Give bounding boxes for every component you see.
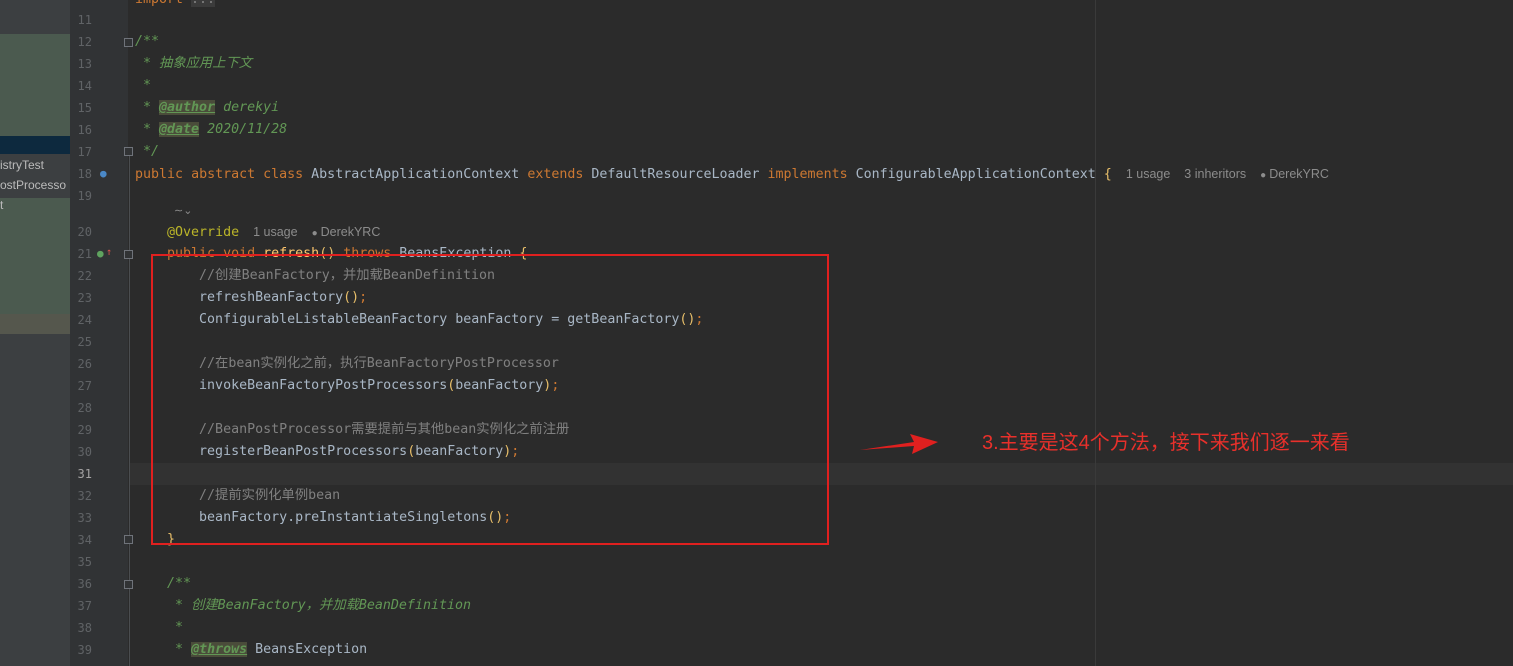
fold-marker[interactable] [124, 580, 133, 589]
code-line-36[interactable]: /** [135, 573, 191, 595]
project-tree-item[interactable]: istryTest [0, 158, 70, 172]
line-number-current: 31 [77, 467, 92, 481]
author-hint[interactable]: ● DerekYRC [1260, 167, 1329, 181]
annotation-text: 3.主要是这4个方法，接下来我们逐一来看 [982, 432, 1350, 454]
code-line-15[interactable]: * @author derekyi [135, 97, 279, 119]
right-margin-guide [1095, 0, 1096, 666]
line-number: 39 [77, 643, 92, 657]
code-line-10[interactable]: import ... [135, 0, 216, 11]
line-number: 28 [77, 401, 92, 415]
project-tree-item[interactable]: t [0, 198, 70, 212]
project-tree-band [0, 314, 70, 334]
line-number: 24 [77, 313, 92, 327]
code-line-37[interactable]: * 创建BeanFactory，并加载BeanDefinition [135, 595, 471, 617]
line-number: 16 [77, 123, 92, 137]
line-number: 20 [77, 225, 92, 239]
code-line-17[interactable]: */ [135, 141, 159, 163]
usage-hint[interactable]: 1 usage [1126, 167, 1170, 181]
code-line-13[interactable]: * 抽象应用上下文 [135, 53, 252, 75]
line-number: 23 [77, 291, 92, 305]
code-line-39[interactable]: * @throws BeansException [135, 639, 367, 661]
line-number: 17 [77, 145, 92, 159]
line-number: 35 [77, 555, 92, 569]
project-panel: istryTest ostProcesso t [0, 0, 70, 666]
line-number: 27 [77, 379, 92, 393]
line-number: 18 [77, 167, 92, 181]
ai-assist-icon[interactable]: ∼⌄ [174, 204, 192, 217]
project-tree-item[interactable]: ostProcesso [0, 178, 70, 192]
fold-marker[interactable] [124, 147, 133, 156]
implemented-gutter-icon[interactable]: ● [100, 167, 107, 181]
line-number: 22 [77, 269, 92, 283]
fold-marker[interactable] [124, 535, 133, 544]
line-number: 26 [77, 357, 92, 371]
line-number: 30 [77, 445, 92, 459]
fold-marker[interactable] [124, 38, 133, 47]
code-line-20[interactable]: @Override 1 usage ● DerekYRC [135, 221, 380, 243]
line-number: 14 [77, 79, 92, 93]
arrow-annotation [860, 434, 938, 454]
line-number: 11 [77, 13, 92, 27]
code-line-14[interactable]: * [135, 75, 151, 97]
person-icon: ● [1260, 170, 1267, 181]
line-number: 29 [77, 423, 92, 437]
line-number: 21 [77, 247, 92, 261]
override-gutter-icon[interactable]: ● [97, 247, 104, 261]
line-number: 36 [77, 577, 92, 591]
code-line-18[interactable]: public abstract class AbstractApplicatio… [135, 163, 1329, 185]
line-number: 12 [77, 35, 92, 49]
code-line-38[interactable]: * [135, 617, 183, 639]
code-line-16[interactable]: * @date 2020/11/28 [135, 119, 287, 141]
override-up-arrow-icon: ↑ [106, 247, 113, 258]
inheritors-hint[interactable]: 3 inheritors [1184, 167, 1246, 181]
line-number: 32 [77, 489, 92, 503]
line-number: 33 [77, 511, 92, 525]
line-number: 38 [77, 621, 92, 635]
highlight-box [151, 254, 829, 545]
line-number: 25 [77, 335, 92, 349]
line-number: 15 [77, 101, 92, 115]
project-tree-selection [0, 136, 70, 154]
line-number: 34 [77, 533, 92, 547]
project-tree-highlight [0, 34, 70, 136]
author-hint[interactable]: ● DerekYRC [312, 225, 381, 239]
person-icon: ● [311, 228, 318, 239]
project-tree-highlight-2 [0, 198, 70, 314]
line-number: 37 [77, 599, 92, 613]
code-line-12[interactable]: /** [135, 31, 159, 53]
line-number: 19 [77, 189, 92, 203]
line-number: 13 [77, 57, 92, 71]
usage-hint[interactable]: 1 usage [253, 225, 297, 239]
fold-marker[interactable] [124, 250, 133, 259]
